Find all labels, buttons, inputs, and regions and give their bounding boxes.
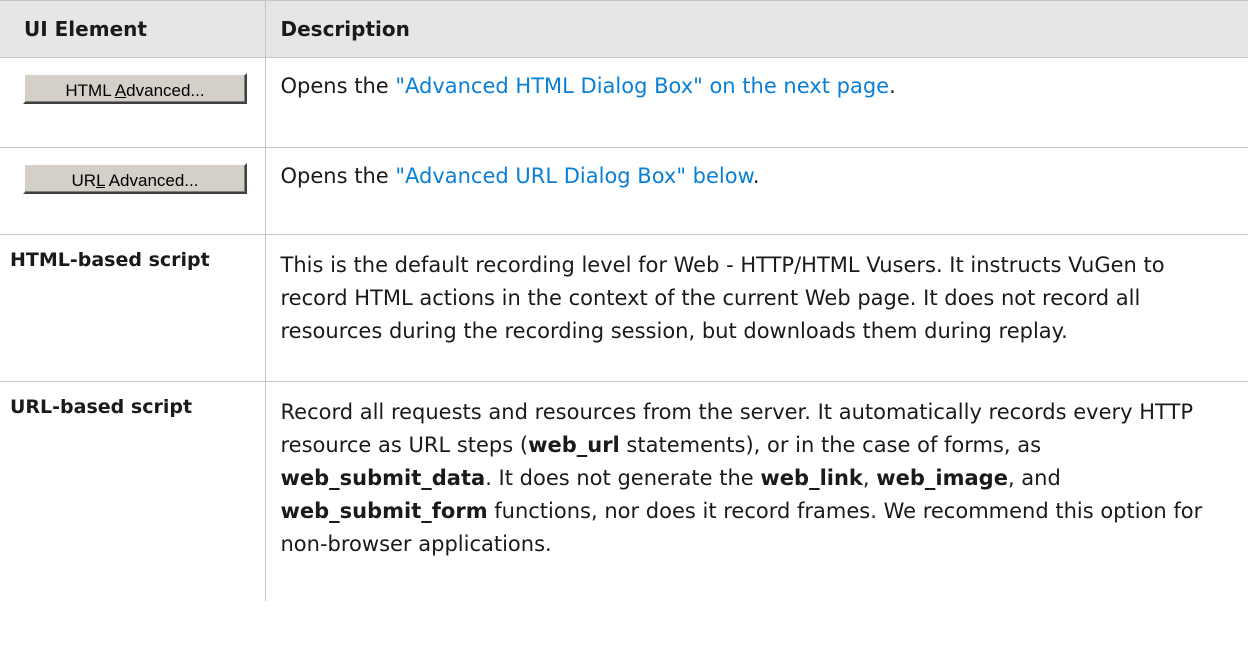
ui-elements-table: UI Element Description HTML Advanced... … — [0, 0, 1248, 601]
code-term: web_submit_data — [280, 466, 486, 490]
advanced-html-dialog-link[interactable]: "Advanced HTML Dialog Box" on the next p… — [395, 74, 889, 98]
table-row: URL-based script Record all requests and… — [0, 381, 1248, 601]
url-based-script-description: Record all requests and resources from t… — [264, 381, 1248, 601]
code-term: web_image — [876, 466, 1008, 490]
code-term: web_url — [528, 433, 620, 457]
table-row: URL Advanced... Opens the "Advanced URL … — [0, 147, 1248, 235]
url-advanced-button-image: URL Advanced... — [23, 163, 247, 194]
html-advanced-description: Opens the "Advanced HTML Dialog Box" on … — [264, 57, 1248, 148]
header-description: Description — [264, 0, 1248, 58]
url-based-script-label: URL-based script — [0, 381, 266, 601]
html-based-script-description: This is the default recording level for … — [264, 234, 1248, 382]
table-row: HTML Advanced... Opens the "Advanced HTM… — [0, 57, 1248, 148]
url-advanced-description: Opens the "Advanced URL Dialog Box" belo… — [264, 147, 1248, 235]
header-ui-element: UI Element — [0, 0, 266, 58]
code-term: web_submit_form — [280, 499, 488, 523]
advanced-url-dialog-link[interactable]: "Advanced URL Dialog Box" below — [395, 164, 753, 188]
table-row: HTML-based script This is the default re… — [0, 234, 1248, 382]
html-based-script-label: HTML-based script — [0, 234, 266, 382]
code-term: web_link — [760, 466, 863, 490]
html-advanced-button-image: HTML Advanced... — [23, 73, 247, 104]
table-header-row: UI Element Description — [0, 0, 1248, 58]
